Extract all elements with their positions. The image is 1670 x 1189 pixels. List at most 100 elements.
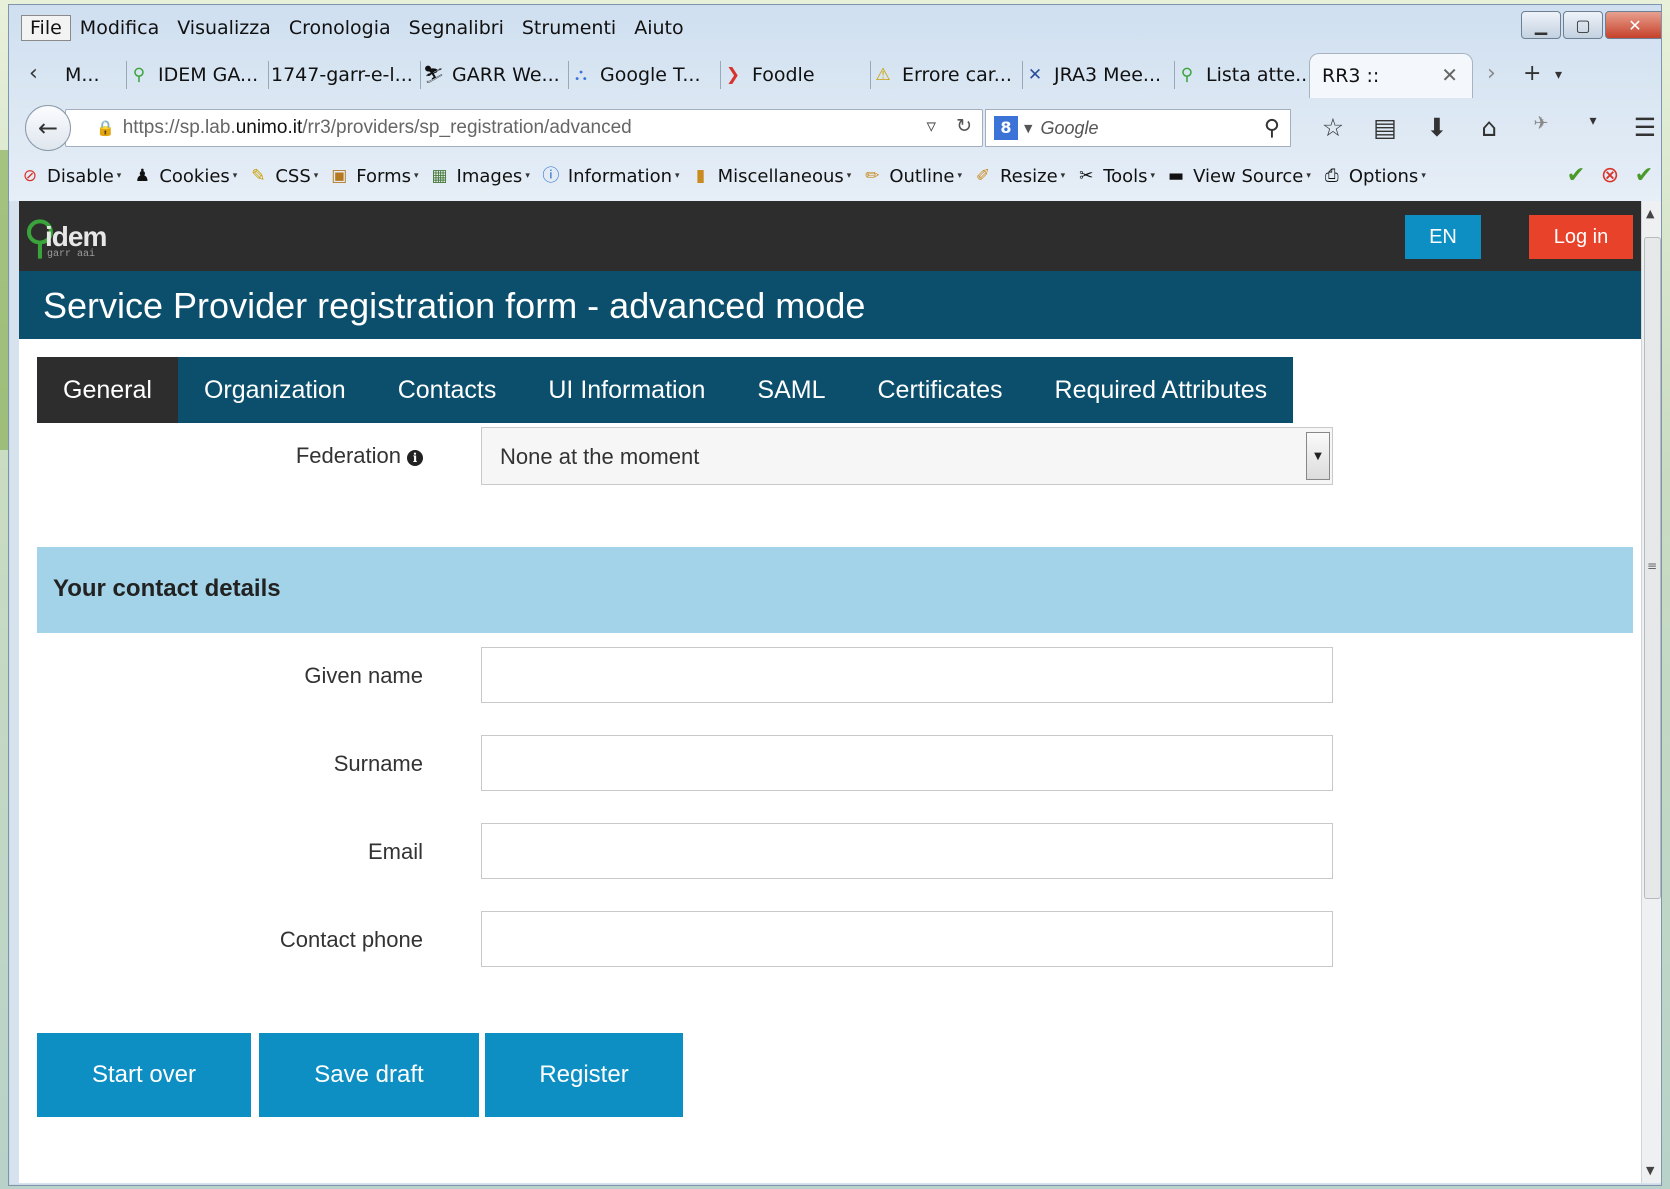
close-window-button[interactable]: ✕: [1605, 11, 1661, 39]
error-icon[interactable]: ⊗: [1593, 163, 1627, 188]
check-icon[interactable]: ✔: [1559, 163, 1593, 188]
menu-bar: File Modifica Visualizza Cronologia Segn…: [21, 13, 693, 43]
tab-active-rr3[interactable]: RR3 :: ✕: [1309, 53, 1473, 98]
reload-icon[interactable]: ↻: [956, 115, 972, 137]
minimize-button[interactable]: ▁: [1521, 11, 1561, 39]
search-engine-dropdown-icon[interactable]: ▼: [1024, 122, 1032, 135]
menu-cronologia[interactable]: Cronologia: [280, 15, 400, 41]
foodle-icon: ❯: [725, 65, 741, 85]
menu-modifica[interactable]: Modifica: [71, 15, 168, 41]
tab-label: Errore car...: [902, 64, 1012, 86]
hamburger-menu-icon[interactable]: ☰: [1619, 113, 1661, 142]
tab-list-icon[interactable]: ▾: [1555, 67, 1562, 83]
tab-scroll-right-icon[interactable]: ›: [1487, 61, 1496, 86]
tab-label: JRA3 Mee...: [1054, 64, 1162, 86]
dev-tools[interactable]: ✂ Tools ▾: [1075, 165, 1155, 187]
web-developer-toolbar: ⊘ Disable ▾ ♟ Cookies ▾ ✎ CSS ▾ ▣ Forms ▾ ▦ Image…: [9, 155, 1661, 197]
bookmark-star-icon[interactable]: ☆: [1307, 113, 1359, 142]
scroll-up-icon[interactable]: ▲: [1646, 207, 1654, 220]
select-dropdown-icon[interactable]: ▼: [1306, 432, 1330, 480]
given-name-field[interactable]: [481, 647, 1333, 703]
tab-3[interactable]: 1747-garr-e-l...: [259, 55, 421, 95]
tab-9[interactable]: ⚲ Lista atte...: [1165, 55, 1317, 95]
cookies-icon: ♟: [134, 166, 150, 186]
tab-8[interactable]: ✕ JRA3 Mee...: [1013, 55, 1175, 95]
information-icon: ⓘ: [542, 166, 560, 186]
tab-ui-information[interactable]: UI Information: [522, 357, 731, 423]
google-icon: 8: [994, 116, 1018, 140]
email-field[interactable]: [481, 823, 1333, 879]
dev-disable[interactable]: ⊘ Disable ▾: [19, 165, 121, 187]
tab-7[interactable]: ⚠ Errore car...: [861, 55, 1023, 95]
info-icon[interactable]: i: [407, 450, 423, 466]
idem-key-icon: ⚲: [132, 65, 146, 85]
home-icon[interactable]: ⌂: [1463, 113, 1515, 142]
tab-saml[interactable]: SAML: [731, 357, 851, 423]
menu-segnalibri[interactable]: Segnalibri: [400, 15, 513, 41]
email-label: Email: [367, 839, 423, 864]
dev-cookies[interactable]: ♟ Cookies ▾: [131, 165, 238, 187]
register-button[interactable]: Register: [485, 1033, 683, 1117]
dev-miscellaneous[interactable]: ▮ Miscellaneous ▾: [690, 165, 851, 187]
tab-required-attributes[interactable]: Required Attributes: [1029, 357, 1294, 423]
tab-1[interactable]: M...: [53, 55, 127, 95]
save-draft-button[interactable]: Save draft: [259, 1033, 479, 1117]
login-button[interactable]: Log in: [1529, 215, 1633, 259]
dev-options[interactable]: ⎙ Options ▾: [1321, 165, 1426, 187]
dev-images[interactable]: ▦ Images ▾: [429, 165, 530, 187]
tab-2[interactable]: ⚲ IDEM GA...: [117, 55, 269, 95]
surname-field[interactable]: [481, 735, 1333, 791]
tab-label: GARR We...: [452, 64, 560, 86]
outline-icon: ✏: [865, 166, 880, 186]
tab-label: M...: [65, 64, 100, 86]
start-over-button[interactable]: Start over: [37, 1033, 251, 1117]
tab-6[interactable]: ❯ Foodle: [711, 55, 871, 95]
idem-key-icon: ⚲: [1180, 65, 1194, 85]
vertical-scrollbar[interactable]: ▲ ≡ ▼: [1641, 201, 1661, 1183]
back-button[interactable]: ←: [25, 105, 71, 151]
contact-phone-row: Contact phone: [19, 911, 1641, 969]
title-band: Service Provider registration form - adv…: [19, 271, 1641, 339]
surname-label: Surname: [333, 751, 423, 776]
tab-4[interactable]: ⛷ GARR We...: [411, 55, 569, 95]
download-icon[interactable]: ⬇: [1411, 113, 1463, 142]
tab-contacts[interactable]: Contacts: [372, 357, 523, 423]
idem-logo[interactable]: ⚲ idem garr aai: [23, 209, 143, 265]
dev-information[interactable]: ⓘ Information ▾: [540, 165, 679, 187]
dev-outline[interactable]: ✏ Outline ▾: [861, 165, 962, 187]
maximize-button[interactable]: ▢: [1563, 11, 1603, 39]
check-icon[interactable]: ✔: [1627, 163, 1661, 188]
contact-details-section: Your contact details: [37, 547, 1633, 633]
search-box[interactable]: 8 ▼ Google ⚲: [985, 109, 1291, 147]
tab-general[interactable]: General: [37, 357, 178, 423]
dev-view-source[interactable]: ▬ View Source ▾: [1165, 165, 1311, 187]
new-tab-icon[interactable]: +: [1523, 61, 1541, 86]
language-button[interactable]: EN: [1405, 215, 1481, 259]
menu-strumenti[interactable]: Strumenti: [513, 15, 625, 41]
options-icon: ⎙: [1325, 166, 1339, 186]
dev-css[interactable]: ✎ CSS ▾: [247, 165, 318, 187]
dropdown-history-icon[interactable]: ▿: [926, 115, 936, 137]
dev-forms[interactable]: ▣ Forms ▾: [328, 165, 418, 187]
search-icon[interactable]: ⚲: [1264, 116, 1280, 141]
contact-phone-field[interactable]: [481, 911, 1333, 967]
reading-list-icon[interactable]: ▤: [1359, 113, 1411, 142]
search-placeholder: Google: [1040, 117, 1099, 138]
css-icon: ✎: [251, 166, 266, 186]
tab-scroll-left-icon[interactable]: ‹: [29, 61, 38, 86]
tab-5[interactable]: ⛬ Google T...: [559, 55, 721, 95]
menu-aiuto[interactable]: Aiuto: [625, 15, 692, 41]
extension-dropdown-icon[interactable]: ▾: [1567, 113, 1619, 142]
menu-visualizza[interactable]: Visualizza: [168, 15, 280, 41]
scroll-grip-icon: ≡: [1647, 559, 1658, 573]
address-bar[interactable]: 🔒 https://sp.lab.unimo.it/rr3/providers/…: [65, 109, 983, 147]
dev-resize[interactable]: ✐ Resize ▾: [972, 165, 1065, 187]
menu-file[interactable]: File: [21, 15, 71, 41]
tab-organization[interactable]: Organization: [178, 357, 372, 423]
scroll-down-icon[interactable]: ▼: [1646, 1164, 1654, 1177]
close-tab-icon[interactable]: ✕: [1441, 63, 1458, 87]
federation-select[interactable]: None at the moment ▼: [481, 427, 1333, 485]
tab-label: Foodle: [752, 64, 815, 86]
tab-certificates[interactable]: Certificates: [851, 357, 1028, 423]
extension-icon[interactable]: ✈: [1515, 113, 1567, 142]
